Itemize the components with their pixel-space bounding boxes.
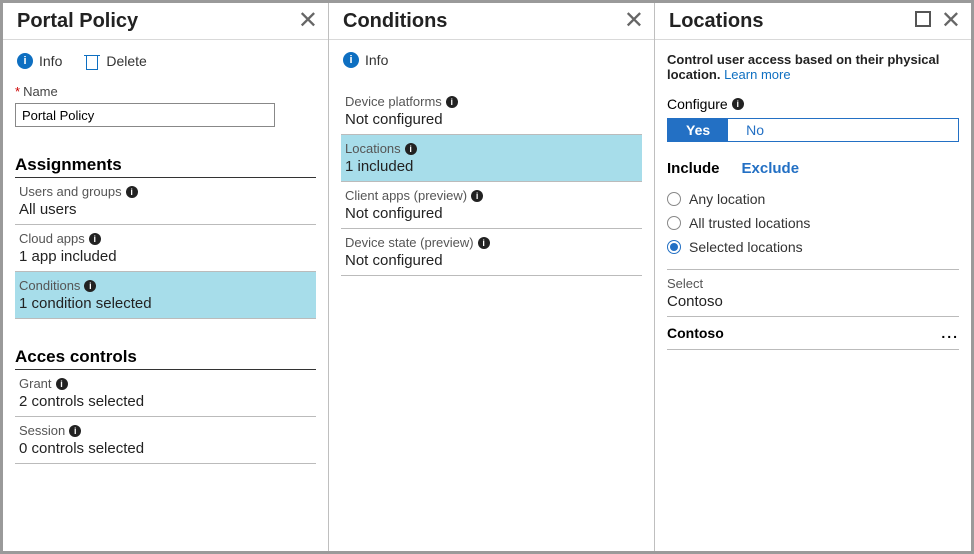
blade-locations: Locations ✕ Control user access based on… — [655, 3, 971, 551]
blade-title: Locations — [669, 10, 763, 33]
select-label: Select — [667, 276, 959, 291]
configure-toggle[interactable]: Yes No — [667, 118, 959, 142]
info-icon: i — [343, 52, 359, 68]
radio-trusted-locations[interactable]: All trusted locations — [667, 211, 959, 235]
condition-device-platforms[interactable]: Device platformsi Not configured — [341, 88, 642, 135]
section-access-controls: Acces controls — [15, 347, 316, 370]
info-button[interactable]: i Info — [343, 52, 388, 68]
info-label: Info — [39, 53, 62, 69]
assignment-cloud-apps[interactable]: Cloud appsi 1 app included — [15, 225, 316, 272]
hint-icon: i — [478, 237, 490, 249]
condition-client-apps[interactable]: Client apps (preview)i Not configured — [341, 182, 642, 229]
delete-label: Delete — [106, 53, 146, 69]
hint-icon: i — [446, 96, 458, 108]
location-entry-name: Contoso — [667, 325, 724, 341]
radio-any-location[interactable]: Any location — [667, 187, 959, 211]
close-icon[interactable]: ✕ — [624, 9, 644, 33]
hint-icon: i — [126, 186, 138, 198]
hint-icon: i — [89, 233, 101, 245]
hint-icon: i — [56, 378, 68, 390]
select-value: Contoso — [667, 293, 959, 317]
info-label: Info — [365, 52, 388, 68]
hint-icon: i — [405, 143, 417, 155]
blade-header: Conditions ✕ — [329, 3, 654, 40]
name-input[interactable] — [15, 103, 275, 127]
blade-description: Control user access based on their physi… — [667, 52, 959, 82]
trash-icon — [84, 52, 100, 70]
location-radio-group: Any location All trusted locations Selec… — [667, 187, 959, 259]
configure-label: Configurei — [667, 96, 959, 112]
section-assignments: Assignments — [15, 155, 316, 178]
blade-header: Locations ✕ — [655, 3, 971, 40]
tab-include[interactable]: Include — [667, 160, 720, 177]
toggle-no[interactable]: No — [728, 119, 782, 141]
hint-icon: i — [732, 98, 744, 110]
blade-conditions: Conditions ✕ i Info Device platformsi No… — [329, 3, 655, 551]
radio-selected-locations[interactable]: Selected locations — [667, 235, 959, 259]
access-session[interactable]: Sessioni 0 controls selected — [15, 417, 316, 464]
blade-header: Portal Policy ✕ — [3, 3, 328, 40]
close-icon[interactable]: ✕ — [298, 9, 318, 33]
toggle-yes[interactable]: Yes — [668, 119, 728, 141]
info-button[interactable]: i Info — [17, 52, 62, 70]
maximize-icon[interactable] — [915, 11, 931, 31]
close-icon[interactable]: ✕ — [941, 9, 961, 33]
blade-portal-policy: Portal Policy ✕ i Info Delete *Name Assi… — [3, 3, 329, 551]
condition-device-state[interactable]: Device state (preview)i Not configured — [341, 229, 642, 276]
condition-locations[interactable]: Locationsi 1 included — [341, 135, 642, 182]
hint-icon: i — [84, 280, 96, 292]
assignment-users[interactable]: Users and groupsi All users — [15, 178, 316, 225]
toolbar: i Info Delete — [15, 44, 316, 82]
blade-title: Portal Policy — [17, 10, 138, 33]
name-label: *Name — [15, 84, 316, 99]
delete-button[interactable]: Delete — [84, 52, 146, 70]
location-entry: Contoso ... — [667, 317, 959, 350]
info-icon: i — [17, 53, 33, 69]
hint-icon: i — [471, 190, 483, 202]
access-grant[interactable]: Granti 2 controls selected — [15, 370, 316, 417]
hint-icon: i — [69, 425, 81, 437]
tab-exclude[interactable]: Exclude — [742, 160, 800, 177]
assignment-conditions[interactable]: Conditionsi 1 condition selected — [15, 272, 316, 319]
learn-more-link[interactable]: Learn more — [724, 67, 790, 82]
more-icon[interactable]: ... — [941, 325, 959, 341]
include-exclude-tabs: Include Exclude — [667, 160, 959, 177]
toolbar: i Info — [341, 44, 642, 80]
select-location-block[interactable]: Select Contoso — [667, 269, 959, 317]
blade-title: Conditions — [343, 10, 447, 33]
